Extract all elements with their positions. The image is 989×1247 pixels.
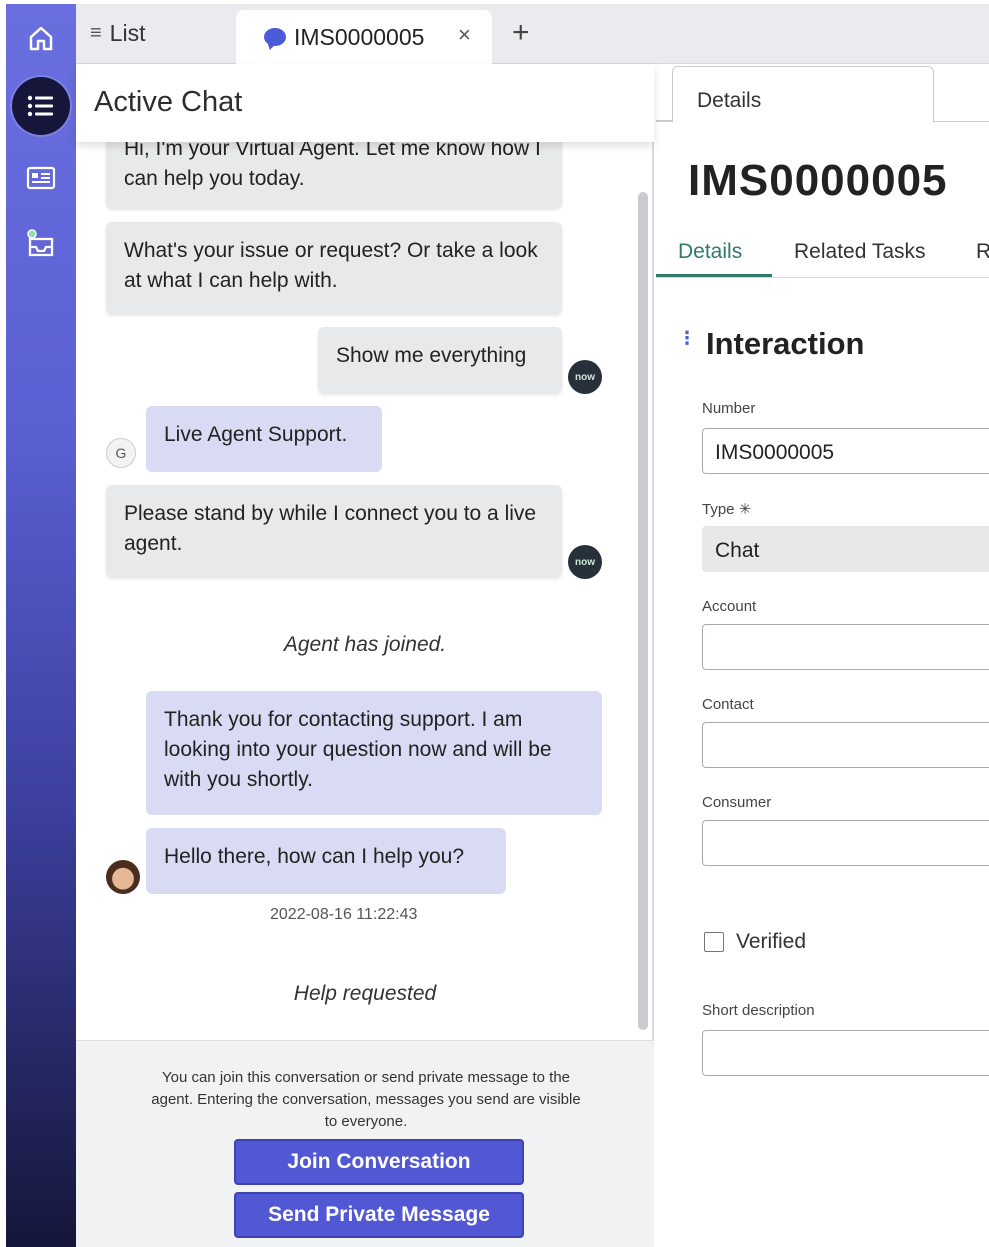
account-field[interactable] xyxy=(702,624,989,670)
agent-message: Hello there, how can I help you? xyxy=(146,828,506,894)
dashboard-icon xyxy=(26,166,56,190)
chat-panel: Active Chat Hi, I'm your Virtual Agent. … xyxy=(76,64,654,1247)
subtab-details[interactable]: Details xyxy=(678,240,742,264)
drag-handle-icon[interactable]: ⋮ xyxy=(678,328,696,349)
record-details-panel: Details IMS0000005 Details Related Tasks… xyxy=(656,64,989,1247)
chat-header: Active Chat xyxy=(76,64,654,142)
user-message: Show me everything xyxy=(318,327,562,393)
contact-label: Contact xyxy=(702,696,754,713)
agent-avatar xyxy=(106,860,140,894)
home-icon xyxy=(29,26,53,51)
consumer-label: Consumer xyxy=(702,794,772,811)
chat-footer: You can join this conversation or send p… xyxy=(76,1040,654,1247)
message-timestamp: 2022-08-16 11:22:43 xyxy=(270,906,418,923)
bot-avatar: now xyxy=(568,545,602,579)
close-icon[interactable]: × xyxy=(458,22,471,48)
user-avatar: G xyxy=(106,438,136,468)
join-notice: You can join this conversation or send p… xyxy=(151,1069,581,1130)
verified-checkbox[interactable] xyxy=(704,932,724,952)
record-number-heading: IMS0000005 xyxy=(688,156,948,205)
verified-label: Verified xyxy=(736,930,807,953)
number-label: Number xyxy=(702,400,756,417)
record-subtabs: Details Related Tasks R xyxy=(656,234,989,278)
subtab-more[interactable]: R xyxy=(976,240,989,264)
section-title: Interaction xyxy=(706,326,865,361)
chat-title: Active Chat xyxy=(94,86,243,118)
chat-bubble-icon xyxy=(264,28,286,46)
add-icon[interactable]: + xyxy=(512,16,530,50)
dashboard-nav-button[interactable] xyxy=(6,150,76,206)
tab-details[interactable]: Details xyxy=(672,66,934,122)
consumer-field[interactable] xyxy=(702,820,989,866)
bot-avatar: now xyxy=(568,360,602,394)
join-conversation-button[interactable]: Join Conversation xyxy=(234,1139,524,1185)
system-event: Agent has joined. xyxy=(283,633,447,656)
chat-scrollbar[interactable] xyxy=(638,192,648,1030)
system-event: Help requested xyxy=(293,982,437,1005)
selected-subtab-indicator xyxy=(656,274,772,277)
user-message: Live Agent Support. xyxy=(146,406,382,472)
tab-list[interactable]: ≡ List xyxy=(90,20,145,47)
subtab-related-tasks[interactable]: Related Tasks xyxy=(794,240,926,264)
bot-message: Please stand by while I connect you to a… xyxy=(106,485,562,577)
chat-transcript[interactable]: Hi, I'm your Virtual Agent. Let me know … xyxy=(76,124,654,1096)
send-private-message-button[interactable]: Send Private Message xyxy=(234,1192,524,1238)
agent-message: Thank you for contacting support. I am l… xyxy=(146,691,602,815)
type-field[interactable]: Chat xyxy=(702,526,989,572)
tab-record-label: IMS0000005 xyxy=(294,23,425,50)
list-nav-button[interactable] xyxy=(6,77,76,135)
tab-divider xyxy=(656,120,672,122)
inbox-nav-button[interactable] xyxy=(6,216,76,272)
workspace-tab-bar: ≡ List IMS0000005 × + xyxy=(76,4,989,64)
account-label: Account xyxy=(702,598,757,615)
list-icon xyxy=(27,95,53,117)
bot-message: What's your issue or request? Or take a … xyxy=(106,222,562,314)
type-label: Type ✳ xyxy=(702,501,752,518)
contact-field[interactable] xyxy=(702,722,989,768)
hamburger-icon: ≡ xyxy=(90,22,102,44)
tab-record[interactable]: IMS0000005 xyxy=(236,10,492,64)
short-description-label: Short description xyxy=(702,1002,815,1019)
inbox-icon xyxy=(27,229,54,257)
tab-list-label: List xyxy=(109,20,146,46)
short-description-field[interactable] xyxy=(702,1030,989,1076)
left-nav-rail xyxy=(6,4,76,1247)
home-button[interactable] xyxy=(6,10,76,66)
number-field[interactable]: IMS0000005 xyxy=(702,428,989,474)
tab-divider xyxy=(934,121,989,122)
